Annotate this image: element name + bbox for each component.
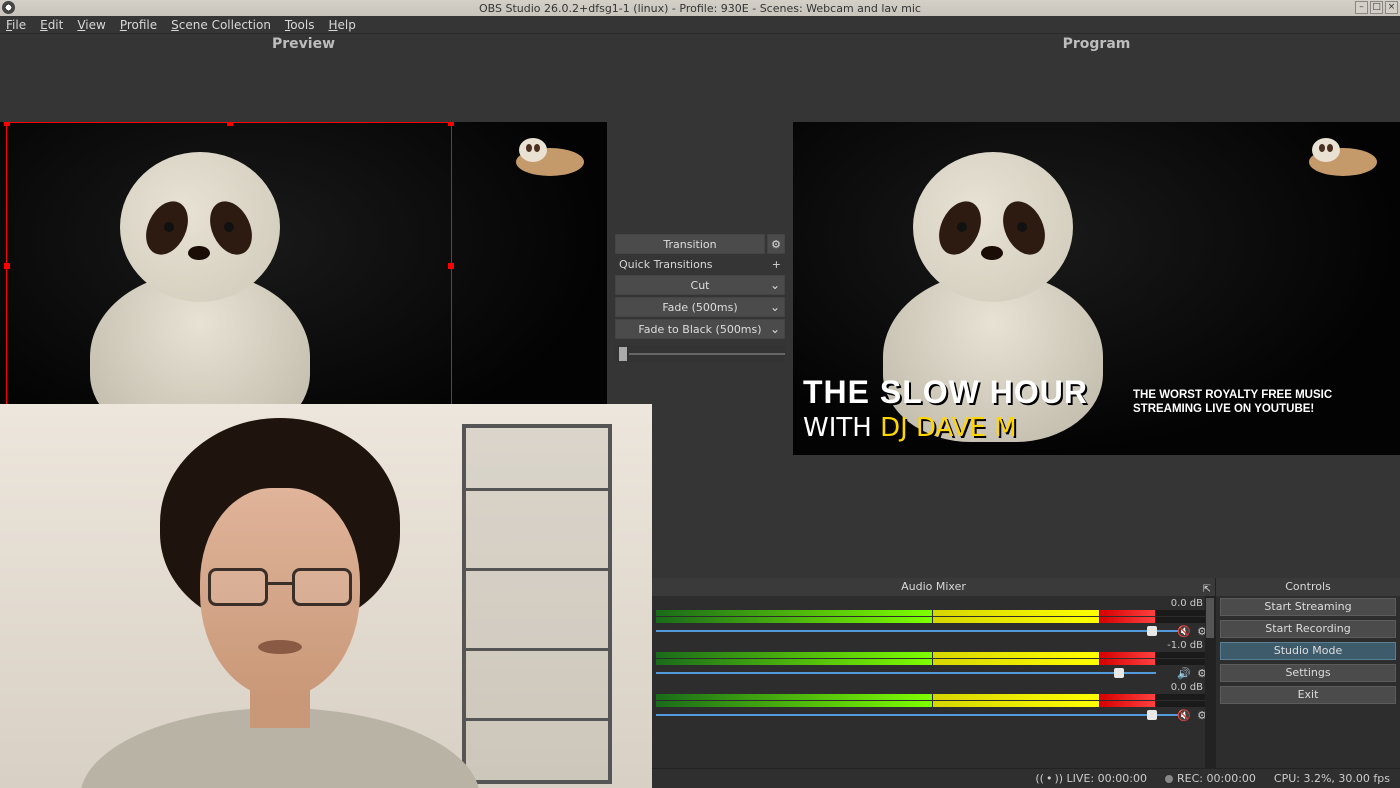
menu-edit[interactable]: Edit: [40, 18, 63, 32]
presenter-webcam-overlay: [0, 404, 652, 788]
menu-help[interactable]: Help: [329, 18, 356, 32]
overlay-sub1: THE WORST ROYALTY FREE MUSIC: [1133, 389, 1332, 403]
gear-icon: ⚙: [771, 238, 781, 251]
overlay-title: THE SLOW HOUR: [803, 374, 1088, 411]
transition-column: Transition ⚙ Quick Transitions + Cut⌄ Fa…: [615, 234, 785, 363]
channel-meter: [656, 610, 1211, 616]
mixer-scrollbar[interactable]: [1205, 596, 1215, 788]
settings-button[interactable]: Settings: [1220, 664, 1396, 682]
channel-meter: [656, 652, 1211, 658]
mixer-channel: 0.0 dB 🔇⚙: [656, 682, 1211, 720]
add-transition-button[interactable]: +: [772, 258, 781, 271]
selection-outline[interactable]: [6, 122, 452, 410]
controls-panel: Controls Start Streaming Start Recording…: [1215, 578, 1400, 788]
menu-view[interactable]: View: [77, 18, 105, 32]
chevron-down-icon: ⌄: [770, 300, 780, 314]
studio-mode-button[interactable]: Studio Mode: [1220, 642, 1396, 660]
preview-label: Preview: [0, 34, 607, 56]
quick-transition-fade[interactable]: Fade (500ms)⌄: [615, 297, 785, 317]
start-streaming-button[interactable]: Start Streaming: [1220, 598, 1396, 616]
channel-volume-slider[interactable]: 🔊⚙: [656, 668, 1211, 678]
channel-meter: [656, 659, 1211, 665]
titlebar: OBS Studio 26.0.2+dfsg1-1 (linux) - Prof…: [0, 0, 1400, 16]
transition-tbar[interactable]: [615, 345, 785, 363]
program-label: Program: [793, 34, 1400, 56]
status-live: • LIVE: 00:00:00: [1035, 772, 1147, 785]
status-rec: REC: 00:00:00: [1165, 772, 1256, 785]
channel-volume-slider[interactable]: 🔇⚙: [656, 710, 1211, 720]
overlay-with: WITH DJ DAVE M: [803, 412, 1017, 443]
channel-db-label: 0.0 dB: [656, 682, 1211, 693]
sloth-logo-icon: [1304, 132, 1382, 178]
exit-button[interactable]: Exit: [1220, 686, 1396, 704]
menu-scene-collection[interactable]: Scene Collection: [171, 18, 271, 32]
audio-mixer-panel: Audio Mixer ⇱ 0.0 dB 🔇⚙ -1.0 dB 🔊⚙ 0.0 dB 🔇⚙: [652, 578, 1215, 788]
program-pane: Program THE SLOW HOUR WITH DJ DAVE M THE…: [793, 34, 1400, 455]
window-title: OBS Studio 26.0.2+dfsg1-1 (linux) - Prof…: [479, 2, 921, 15]
chevron-down-icon: ⌄: [770, 322, 780, 336]
channel-meter: [656, 701, 1211, 707]
overlay-sub2: STREAMING LIVE ON YOUTUBE!: [1133, 403, 1314, 417]
start-recording-button[interactable]: Start Recording: [1220, 620, 1396, 638]
transition-settings-button[interactable]: ⚙: [767, 234, 785, 254]
menubar: File Edit View Profile Scene Collection …: [0, 16, 1400, 34]
mixer-channel: 0.0 dB 🔇⚙: [656, 598, 1211, 636]
controls-header: Controls: [1216, 578, 1400, 596]
speaker-icon[interactable]: 🔊: [1177, 666, 1191, 680]
audio-mixer-header: Audio Mixer ⇱: [652, 578, 1215, 596]
mute-icon[interactable]: 🔇: [1177, 624, 1191, 638]
channel-db-label: -1.0 dB: [656, 640, 1211, 651]
program-video[interactable]: THE SLOW HOUR WITH DJ DAVE M THE WORST R…: [793, 122, 1400, 455]
status-cpu: CPU: 3.2%, 30.00 fps: [1274, 772, 1390, 785]
status-bar: • LIVE: 00:00:00 REC: 00:00:00 CPU: 3.2%…: [652, 768, 1400, 788]
quick-transition-fade-black[interactable]: Fade to Black (500ms)⌄: [615, 319, 785, 339]
maximize-button[interactable]: □: [1370, 1, 1383, 14]
broadcast-icon: •: [1035, 772, 1063, 785]
channel-meter: [656, 617, 1211, 623]
minimize-button[interactable]: –: [1355, 1, 1368, 14]
channel-meter: [656, 694, 1211, 700]
menu-tools[interactable]: Tools: [285, 18, 315, 32]
close-button[interactable]: ×: [1385, 1, 1398, 14]
transition-button[interactable]: Transition: [615, 234, 765, 254]
quick-transitions-header: Quick Transitions +: [615, 256, 785, 273]
preview-pane: Preview THE SLOW HOUR THE WORST ROYALTY …: [0, 34, 607, 455]
record-dot-icon: [1165, 775, 1173, 783]
channel-db-label: 0.0 dB: [656, 598, 1211, 609]
menu-file[interactable]: File: [6, 18, 26, 32]
mute-icon[interactable]: 🔇: [1177, 708, 1191, 722]
channel-volume-slider[interactable]: 🔇⚙: [656, 626, 1211, 636]
chevron-down-icon: ⌄: [770, 278, 780, 292]
quick-transition-cut[interactable]: Cut⌄: [615, 275, 785, 295]
mixer-channel: -1.0 dB 🔊⚙: [656, 640, 1211, 678]
app-icon: [2, 1, 15, 14]
sloth-logo-icon: [511, 132, 589, 178]
menu-profile[interactable]: Profile: [120, 18, 157, 32]
